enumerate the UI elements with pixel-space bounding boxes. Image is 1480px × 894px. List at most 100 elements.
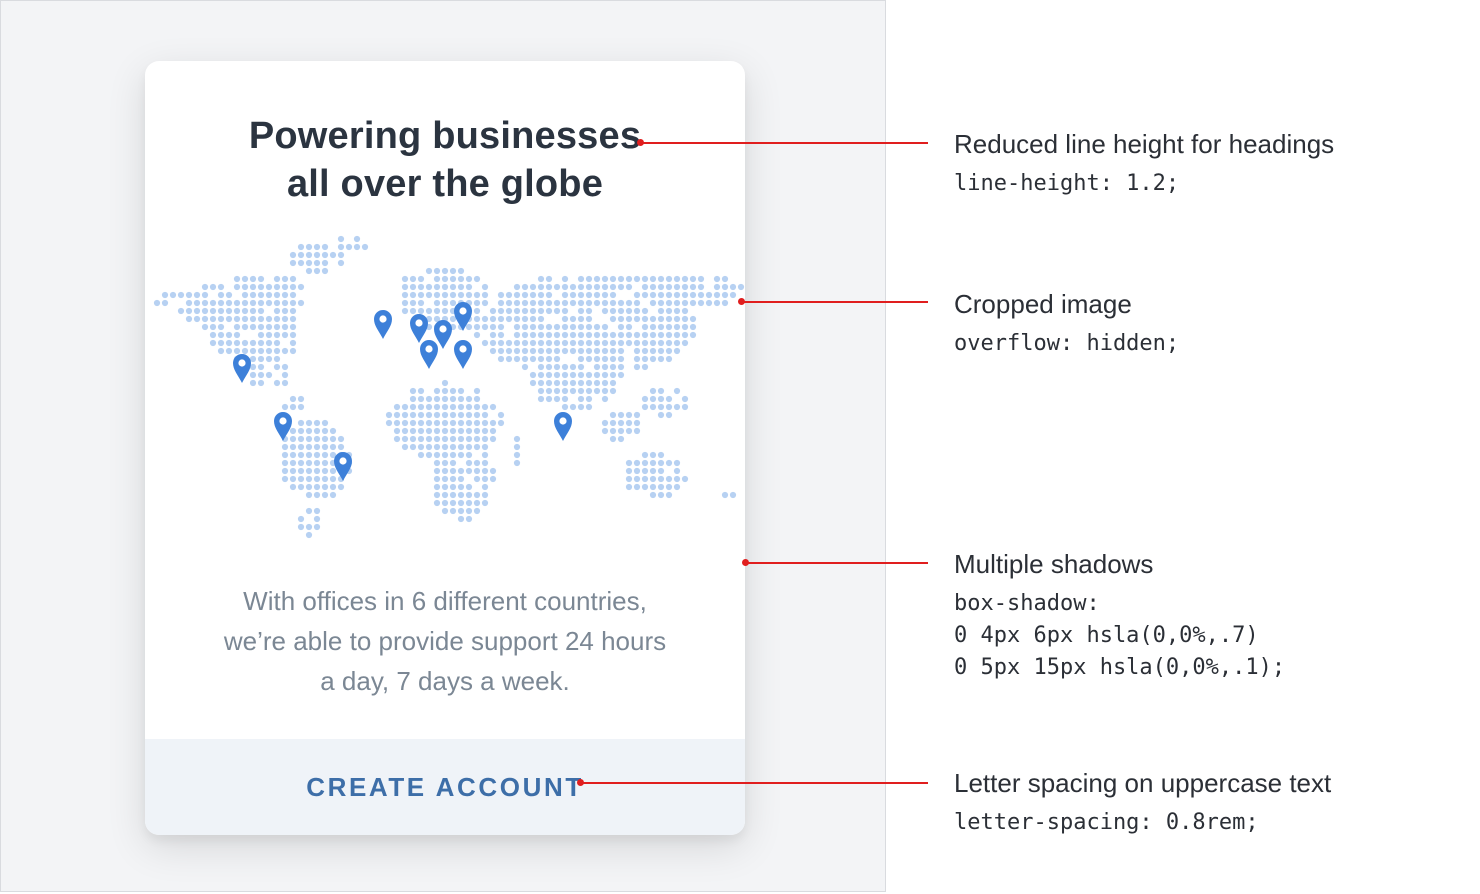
map-dot bbox=[585, 395, 593, 403]
map-dot bbox=[697, 283, 705, 291]
map-dot bbox=[289, 443, 297, 451]
map-dot bbox=[625, 331, 633, 339]
map-dot bbox=[649, 339, 657, 347]
map-dot bbox=[449, 395, 457, 403]
map-dot bbox=[601, 363, 609, 371]
map-dot bbox=[713, 275, 721, 283]
map-dot bbox=[281, 275, 289, 283]
map-dot bbox=[553, 363, 561, 371]
map-dot bbox=[289, 435, 297, 443]
map-dot bbox=[441, 475, 449, 483]
map-dot bbox=[289, 427, 297, 435]
map-dot bbox=[321, 259, 329, 267]
map-dot bbox=[633, 419, 641, 427]
map-dot bbox=[457, 483, 465, 491]
leader-dot-image bbox=[738, 298, 745, 305]
map-dot bbox=[449, 491, 457, 499]
map-dot bbox=[417, 419, 425, 427]
map-dot bbox=[313, 267, 321, 275]
map-dot bbox=[425, 283, 433, 291]
map-dot bbox=[433, 451, 441, 459]
map-dot bbox=[545, 291, 553, 299]
map-dot bbox=[641, 347, 649, 355]
map-dot bbox=[241, 299, 249, 307]
map-dot bbox=[601, 307, 609, 315]
map-dot bbox=[641, 339, 649, 347]
map-dot bbox=[641, 483, 649, 491]
map-dot bbox=[337, 235, 345, 243]
map-dot bbox=[585, 275, 593, 283]
map-dot bbox=[441, 459, 449, 467]
map-dot bbox=[513, 315, 521, 323]
map-dot bbox=[449, 419, 457, 427]
map-dot bbox=[321, 459, 329, 467]
map-dot bbox=[441, 307, 449, 315]
map-dot bbox=[313, 427, 321, 435]
map-dot bbox=[241, 275, 249, 283]
map-dot bbox=[689, 283, 697, 291]
map-dot bbox=[393, 435, 401, 443]
map-dot bbox=[433, 499, 441, 507]
map-dot bbox=[457, 491, 465, 499]
map-dot bbox=[625, 299, 633, 307]
map-dot bbox=[529, 371, 537, 379]
map-dot bbox=[641, 451, 649, 459]
map-dot bbox=[529, 299, 537, 307]
map-pin-icon bbox=[410, 314, 428, 343]
map-dot bbox=[481, 403, 489, 411]
map-dot bbox=[585, 307, 593, 315]
map-dot bbox=[545, 347, 553, 355]
map-dot bbox=[409, 435, 417, 443]
map-dot bbox=[673, 475, 681, 483]
map-dot bbox=[209, 283, 217, 291]
map-dot bbox=[609, 283, 617, 291]
map-dot bbox=[537, 363, 545, 371]
map-dot bbox=[537, 339, 545, 347]
map-dot bbox=[585, 355, 593, 363]
map-dot bbox=[297, 283, 305, 291]
map-dot bbox=[313, 419, 321, 427]
map-dot bbox=[225, 315, 233, 323]
map-dot bbox=[425, 411, 433, 419]
map-dot bbox=[665, 491, 673, 499]
map-dot bbox=[457, 475, 465, 483]
map-dot bbox=[553, 299, 561, 307]
map-dot bbox=[625, 307, 633, 315]
map-dot bbox=[473, 323, 481, 331]
map-dot bbox=[537, 387, 545, 395]
map-dot bbox=[609, 363, 617, 371]
create-account-button[interactable]: CREATE ACCOUNT bbox=[145, 739, 745, 835]
map-dot bbox=[441, 499, 449, 507]
map-dot bbox=[681, 323, 689, 331]
map-dot bbox=[665, 275, 673, 283]
map-dot bbox=[473, 459, 481, 467]
map-dot bbox=[609, 347, 617, 355]
map-dot bbox=[577, 275, 585, 283]
map-dot bbox=[313, 467, 321, 475]
map-dot bbox=[561, 347, 569, 355]
map-dot bbox=[409, 291, 417, 299]
map-dot bbox=[545, 395, 553, 403]
card-heading-line-2: all over the globe bbox=[286, 162, 604, 205]
map-dot bbox=[521, 283, 529, 291]
map-dot bbox=[297, 403, 305, 411]
map-dot bbox=[641, 283, 649, 291]
map-dot bbox=[217, 347, 225, 355]
map-dot bbox=[665, 395, 673, 403]
map-dot bbox=[465, 291, 473, 299]
map-dot bbox=[409, 387, 417, 395]
map-dot bbox=[673, 299, 681, 307]
map-dot bbox=[257, 323, 265, 331]
map-dot bbox=[217, 291, 225, 299]
map-dot bbox=[649, 283, 657, 291]
map-dot bbox=[465, 507, 473, 515]
map-dot bbox=[633, 411, 641, 419]
map-dot bbox=[441, 291, 449, 299]
map-dot bbox=[681, 315, 689, 323]
map-dot bbox=[449, 283, 457, 291]
map-dot bbox=[217, 331, 225, 339]
map-dot bbox=[561, 403, 569, 411]
map-dot bbox=[665, 483, 673, 491]
map-dot bbox=[289, 403, 297, 411]
map-dot bbox=[313, 251, 321, 259]
